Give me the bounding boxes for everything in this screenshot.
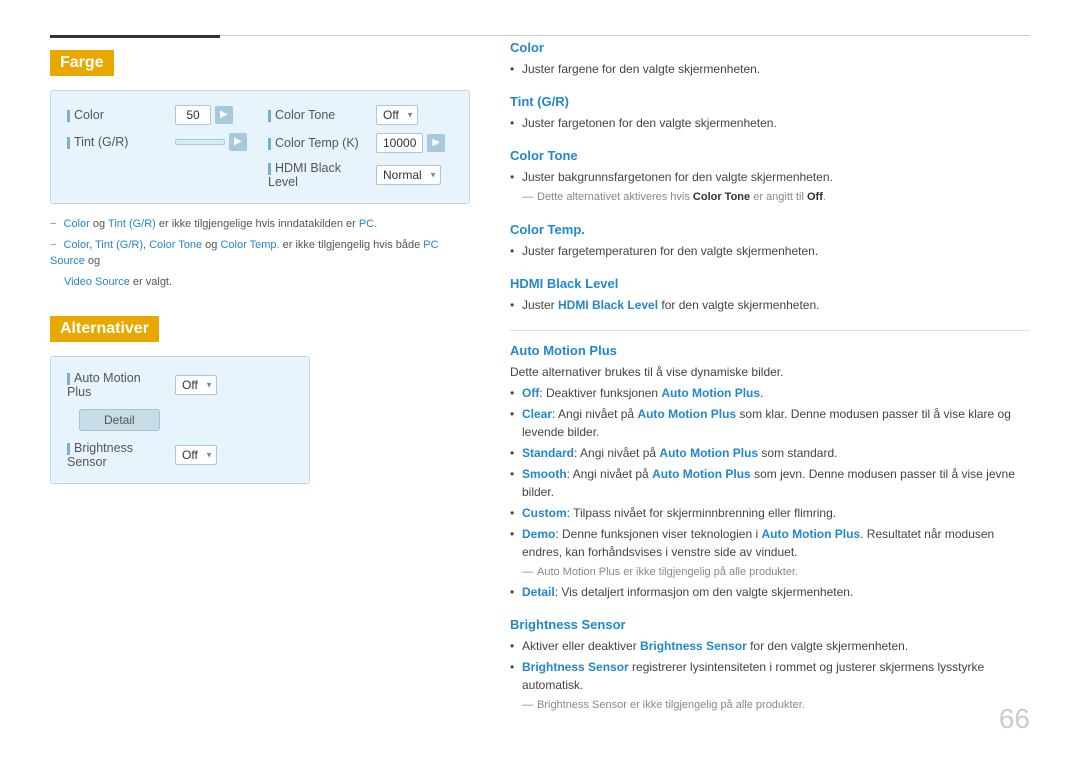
- color-tone-select[interactable]: Off: [376, 105, 418, 125]
- hdmi-black-row: HDMI Black Level Normal: [268, 161, 453, 189]
- color-value-group: 50 ▶: [175, 105, 233, 125]
- right-amp-section: Auto Motion Plus Dette alternativer bruk…: [510, 343, 1030, 602]
- right-color-tone-note: —Dette alternativet aktiveres hvis Color…: [522, 189, 1030, 206]
- right-color-temp-bullet: Juster fargetemperaturen for den valgte …: [510, 242, 1030, 260]
- color-tone-label: Color Tone: [268, 108, 368, 122]
- hdmi-black-select-wrapper[interactable]: Normal: [376, 165, 441, 185]
- hdmi-black-select[interactable]: Normal: [376, 165, 441, 185]
- farge-notes: − Color og Tint (G/R) er ikke tilgjengel…: [50, 216, 470, 290]
- auto-motion-row: Auto Motion Plus Off: [67, 371, 293, 399]
- right-amp-intro: Dette alternativer brukes til å vise dyn…: [510, 363, 1030, 381]
- brightness-select[interactable]: Off: [175, 445, 217, 465]
- left-column: Farge Color 50 ▶: [50, 40, 470, 723]
- right-brightness-section: Brightness Sensor Aktiver eller deaktive…: [510, 617, 1030, 714]
- color-label: Color: [67, 108, 167, 122]
- color-temp-label: Color Temp (K): [268, 136, 368, 150]
- brightness-row: Brightness Sensor Off: [67, 441, 293, 469]
- page-number: 66: [999, 703, 1030, 735]
- right-amp-bullet-off: Off: Deaktiver funksjonen Auto Motion Pl…: [510, 384, 1030, 402]
- right-color-temp-section: Color Temp. Juster fargetemperaturen for…: [510, 222, 1030, 260]
- tint-row: Tint (G/R) ▶: [67, 133, 252, 151]
- right-amp-heading: Auto Motion Plus: [510, 343, 1030, 358]
- hdmi-black-label: HDMI Black Level: [268, 161, 368, 189]
- tint-arrow-btn[interactable]: ▶: [229, 133, 247, 151]
- auto-motion-label: Auto Motion Plus: [67, 371, 167, 399]
- color-temp-row: Color Temp (K) 10000 ▶: [268, 133, 453, 153]
- right-column: Color Juster fargene for den valgte skje…: [510, 40, 1030, 723]
- color-temp-value-group: 10000 ▶: [376, 133, 445, 153]
- right-color-section: Color Juster fargene for den valgte skje…: [510, 40, 1030, 78]
- tint-value: [175, 139, 225, 145]
- alternativer-section: Alternativer Auto Motion Plus Off Detail: [50, 306, 470, 484]
- color-tone-select-wrapper[interactable]: Off: [376, 105, 418, 125]
- top-rule-accent: [50, 35, 220, 38]
- auto-motion-select[interactable]: Off: [175, 375, 217, 395]
- auto-motion-select-wrapper[interactable]: Off: [175, 375, 217, 395]
- brightness-label: Brightness Sensor: [67, 441, 167, 469]
- color-row: Color 50 ▶: [67, 105, 252, 125]
- right-color-heading: Color: [510, 40, 1030, 55]
- right-hdmi-section: HDMI Black Level Juster HDMI Black Level…: [510, 276, 1030, 314]
- alt-settings-box: Auto Motion Plus Off Detail Brightness S…: [50, 356, 310, 484]
- right-divider: [510, 330, 1030, 331]
- right-color-tone-bullet: Juster bakgrunnsfargetonen for den valgt…: [510, 168, 1030, 186]
- farge-heading: Farge: [50, 50, 114, 76]
- tint-label: Tint (G/R): [67, 135, 167, 149]
- alternativer-heading: Alternativer: [50, 316, 159, 342]
- color-temp-arrow-btn[interactable]: ▶: [427, 134, 445, 152]
- right-color-temp-heading: Color Temp.: [510, 222, 1030, 237]
- right-amp-note: —Auto Motion Plus er ikke tilgjengelig p…: [522, 564, 1030, 581]
- right-brightness-bullet-1: Aktiver eller deaktiver Brightness Senso…: [510, 637, 1030, 655]
- right-amp-bullet-custom: Custom: Tilpass nivået for skjerminnbren…: [510, 504, 1030, 522]
- right-brightness-bullet-2: Brightness Sensor registrerer lysintensi…: [510, 658, 1030, 694]
- right-amp-bullet-standard: Standard: Angi nivået på Auto Motion Plu…: [510, 444, 1030, 462]
- right-amp-bullet-clear: Clear: Angi nivået på Auto Motion Plus s…: [510, 405, 1030, 441]
- brightness-select-wrapper[interactable]: Off: [175, 445, 217, 465]
- color-arrow-btn[interactable]: ▶: [215, 106, 233, 124]
- right-amp-bullet-smooth: Smooth: Angi nivået på Auto Motion Plus …: [510, 465, 1030, 501]
- farge-left-col: Color 50 ▶ Tint (G/R): [67, 105, 252, 189]
- right-color-bullet: Juster fargene for den valgte skjermenhe…: [510, 60, 1030, 78]
- right-tint-section: Tint (G/R) Juster fargetonen for den val…: [510, 94, 1030, 132]
- right-hdmi-bullet: Juster HDMI Black Level for den valgte s…: [510, 296, 1030, 314]
- right-color-tone-section: Color Tone Juster bakgrunnsfargetonen fo…: [510, 148, 1030, 206]
- right-amp-bullet-demo: Demo: Denne funksjonen viser teknologien…: [510, 525, 1030, 561]
- right-brightness-heading: Brightness Sensor: [510, 617, 1030, 632]
- color-temp-value: 10000: [376, 133, 423, 153]
- farge-section: Farge Color 50 ▶: [50, 40, 470, 290]
- farge-settings-box: Color 50 ▶ Tint (G/R): [50, 90, 470, 204]
- color-tone-row: Color Tone Off: [268, 105, 453, 125]
- farge-right-col: Color Tone Off Color Temp (K): [268, 105, 453, 189]
- farge-note-3: Video Source er valgt.: [50, 274, 470, 291]
- right-tint-heading: Tint (G/R): [510, 94, 1030, 109]
- farge-note-2: − Color, Tint (G/R), Color Tone og Color…: [50, 237, 470, 270]
- right-tint-bullet: Juster fargetonen for den valgte skjerme…: [510, 114, 1030, 132]
- tint-value-group: ▶: [175, 133, 247, 151]
- right-hdmi-heading: HDMI Black Level: [510, 276, 1030, 291]
- right-brightness-note: —Brightness Sensor er ikke tilgjengelig …: [522, 697, 1030, 714]
- detail-button[interactable]: Detail: [79, 409, 160, 431]
- farge-note-1: − Color og Tint (G/R) er ikke tilgjengel…: [50, 216, 470, 233]
- right-color-tone-heading: Color Tone: [510, 148, 1030, 163]
- color-value: 50: [175, 105, 211, 125]
- right-amp-bullet-detail: Detail: Vis detaljert informasjon om den…: [510, 583, 1030, 601]
